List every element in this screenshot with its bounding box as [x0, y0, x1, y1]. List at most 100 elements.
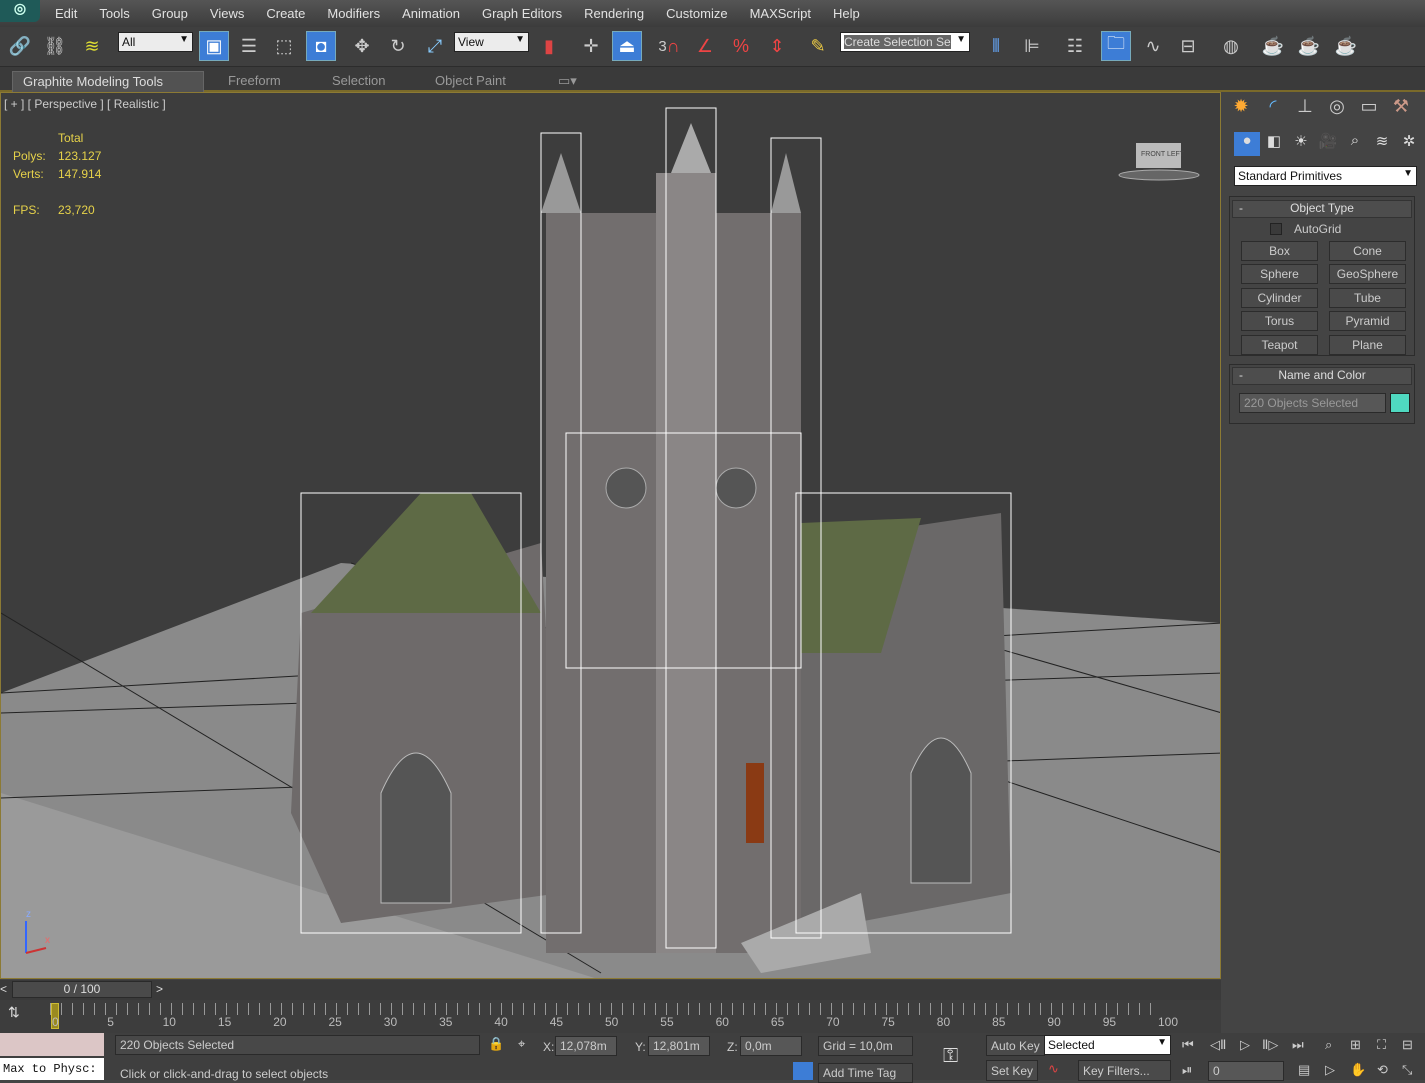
key-mode-toggle-icon[interactable]: ⏯ — [1182, 1062, 1192, 1078]
track-bar[interactable]: ⇅ 0 5 10 15 20 25 30 35 40 45 50 55 60 65 70 75 80 85 90 95… — [0, 1000, 1221, 1033]
space-warps-icon[interactable]: ≋ — [1369, 132, 1395, 156]
rendered-frame-window-icon[interactable]: ☕ — [1294, 31, 1324, 61]
helpers-icon[interactable]: ⌕ — [1342, 132, 1368, 156]
mini-curve-editor-icon[interactable]: ⇅ — [8, 1004, 20, 1021]
time-configuration-icon[interactable]: ▤ — [1298, 1062, 1310, 1078]
bind-spacewarp-icon[interactable]: ≋ — [77, 31, 107, 61]
spinner-snap-icon[interactable]: ⇕ — [762, 31, 792, 61]
selection-filter-dropdown[interactable]: All ▼ — [118, 32, 193, 52]
object-type-header[interactable]: - Object Type — [1232, 200, 1412, 218]
autogrid-checkbox[interactable] — [1270, 223, 1282, 235]
tab-graphite-modeling-tools[interactable]: Graphite Modeling Tools — [12, 71, 204, 92]
add-time-tag-button[interactable]: Add Time Tag — [818, 1063, 913, 1083]
set-key-mode-key-icon[interactable]: ⚿ — [943, 1045, 958, 1068]
window-crossing-icon[interactable]: ◘ — [306, 31, 336, 61]
torus-button[interactable]: Torus — [1241, 311, 1318, 331]
maxscript-listener-input[interactable]: Max to Physc: — [0, 1058, 104, 1080]
tab-object-paint[interactable]: Object Paint — [425, 71, 516, 92]
render-setup-icon[interactable]: ☕ — [1258, 31, 1288, 61]
zoom-all-icon[interactable]: ⊞ — [1350, 1037, 1361, 1053]
rectangular-selection-icon[interactable]: ⬚ — [269, 31, 299, 61]
teapot-button[interactable]: Teapot — [1241, 335, 1318, 355]
menu-rendering[interactable]: Rendering — [573, 6, 655, 21]
category-dropdown[interactable]: Standard Primitives ▼ — [1234, 166, 1417, 186]
viewcube[interactable] — [1118, 143, 1200, 181]
time-slider[interactable]: < 0 / 100 > — [0, 980, 1221, 1000]
modify-tab-icon[interactable]: ◜ — [1258, 96, 1288, 124]
go-to-end-icon[interactable]: ⏭ — [1292, 1037, 1304, 1053]
tab-selection[interactable]: Selection — [322, 71, 395, 92]
select-object-icon[interactable]: ▣ — [199, 31, 229, 61]
scale-icon[interactable]: ⤢ — [420, 31, 450, 61]
time-slider-thumb[interactable]: 0 / 100 — [12, 981, 152, 998]
menu-group[interactable]: Group — [141, 6, 199, 21]
object-name-field[interactable]: 220 Objects Selected — [1239, 393, 1386, 413]
keyboard-shortcut-override-icon[interactable]: ⏏ — [612, 31, 642, 61]
mirror-icon[interactable]: ⫴ — [981, 31, 1011, 61]
menu-help[interactable]: Help — [822, 6, 871, 21]
default-tangent-icon[interactable]: ∿ — [1048, 1061, 1059, 1077]
time-prev-button[interactable]: < — [0, 982, 7, 996]
scene-explorer-icon[interactable]: 🗀 — [1101, 31, 1131, 61]
geometry-icon[interactable]: ● — [1234, 132, 1260, 156]
go-to-start-icon[interactable]: ⏮ — [1182, 1037, 1194, 1053]
cylinder-button[interactable]: Cylinder — [1241, 288, 1318, 308]
sphere-button[interactable]: Sphere — [1241, 264, 1318, 284]
named-selection-set-dropdown[interactable]: Create Selection Se ▼ — [840, 32, 970, 52]
menu-animation[interactable]: Animation — [391, 6, 471, 21]
box-button[interactable]: Box — [1241, 241, 1318, 261]
plane-button[interactable]: Plane — [1329, 335, 1406, 355]
app-logo-button[interactable]: ◎ — [0, 0, 40, 22]
menu-tools[interactable]: Tools — [88, 6, 140, 21]
menu-views[interactable]: Views — [199, 6, 255, 21]
perspective-viewport[interactable]: FRONT LEFT z x [ + ] [ Perspective ] [ R… — [0, 92, 1221, 979]
pyramid-button[interactable]: Pyramid — [1329, 311, 1406, 331]
systems-icon[interactable]: ✲ — [1396, 132, 1422, 156]
hierarchy-tab-icon[interactable]: ⊥ — [1290, 96, 1320, 124]
maximize-viewport-icon[interactable]: ⤡ — [1402, 1062, 1412, 1078]
reference-coordinate-dropdown[interactable]: View ▼ — [454, 32, 529, 52]
display-tab-icon[interactable]: ▭ — [1354, 96, 1384, 124]
x-coordinate-field[interactable]: 12,078m — [555, 1036, 617, 1056]
key-mode-dropdown[interactable]: Selected ▼ — [1044, 1035, 1171, 1055]
zoom-extents-all-icon[interactable]: ⊟ — [1402, 1037, 1413, 1053]
select-by-name-icon[interactable]: ☰ — [234, 31, 264, 61]
curve-editor-icon[interactable]: ∿ — [1138, 31, 1168, 61]
percent-snap-icon[interactable]: % — [726, 31, 756, 61]
orbit-icon[interactable]: ⟲ — [1377, 1062, 1388, 1078]
link-icon[interactable]: 🔗 — [5, 31, 35, 61]
geosphere-button[interactable]: GeoSphere — [1329, 264, 1406, 284]
play-icon[interactable]: ▷ — [1240, 1037, 1250, 1053]
set-key-button[interactable]: Set Key — [986, 1060, 1039, 1081]
zoom-icon[interactable]: ⌕ — [1325, 1037, 1332, 1053]
tube-button[interactable]: Tube — [1329, 288, 1406, 308]
y-coordinate-field[interactable]: 12,801m — [648, 1036, 710, 1056]
cameras-icon[interactable]: 🎥 — [1315, 132, 1341, 156]
rotate-icon[interactable]: ↻ — [383, 31, 413, 61]
menu-graph-editors[interactable]: Graph Editors — [471, 6, 573, 21]
z-coordinate-field[interactable]: 0,0m — [740, 1036, 802, 1056]
select-manipulate-icon[interactable]: ✛ — [576, 31, 606, 61]
menu-customize[interactable]: Customize — [655, 6, 738, 21]
maxscript-listener-top[interactable] — [0, 1033, 104, 1056]
move-icon[interactable]: ✥ — [347, 31, 377, 61]
align-icon[interactable]: ⊫ — [1017, 31, 1047, 61]
angle-snap-icon[interactable]: ∠ — [690, 31, 720, 61]
menu-maxscript[interactable]: MAXScript — [739, 6, 822, 21]
absolute-mode-icon[interactable]: ⌖ — [518, 1036, 525, 1052]
layer-manager-icon[interactable]: ☷ — [1060, 31, 1090, 61]
snaps-toggle-icon[interactable]: 3 ∩ — [654, 31, 684, 61]
zoom-extents-icon[interactable]: ⛶ — [1377, 1037, 1386, 1053]
current-frame-field[interactable]: 0 — [1208, 1061, 1284, 1081]
render-production-icon[interactable]: ☕ — [1331, 31, 1361, 61]
ribbon-options-icon[interactable]: ▭▾ — [548, 71, 587, 92]
shapes-icon[interactable]: ◧ — [1261, 132, 1287, 156]
schematic-view-icon[interactable]: ⊟ — [1173, 31, 1203, 61]
material-editor-icon[interactable]: ◍ — [1216, 31, 1246, 61]
edit-named-selection-icon[interactable]: ✎ — [803, 31, 833, 61]
menu-modifiers[interactable]: Modifiers — [316, 6, 391, 21]
viewport-label-menu[interactable]: [ + ] [ Perspective ] [ Realistic ] — [4, 97, 166, 111]
selection-lock-icon[interactable]: 🔒 — [488, 1036, 504, 1052]
previous-frame-icon[interactable]: ◁Ⅱ — [1210, 1037, 1226, 1053]
lights-icon[interactable]: ☀ — [1288, 132, 1314, 156]
